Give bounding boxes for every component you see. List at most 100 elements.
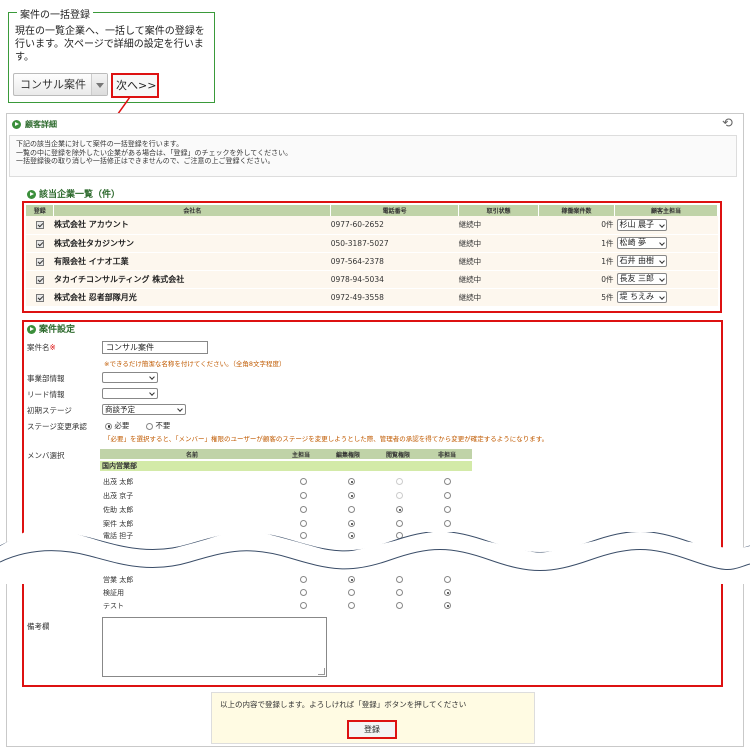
register-checkbox[interactable] [35, 257, 44, 266]
case-name-hint: ※できるだけ簡潔な名称を付けてください。（全角8文字程度） [104, 360, 286, 368]
company-phone: 0978-94-5034 [330, 270, 459, 289]
info-box: 下記の該当企業に対して案件の一括登録を行います。 一覧の中に登録を除外したい企業… [9, 135, 737, 177]
bulk-register-box: 案件の一括登録 現在の一覧企業へ、一括して案件の登録を行います。次ページで詳細の… [8, 6, 215, 103]
member-radio-none[interactable] [444, 478, 451, 485]
member-radio-view[interactable] [396, 602, 403, 609]
member-select-label: メンバ選択 [27, 451, 65, 460]
col-header-main-owner: 主担当 [292, 452, 311, 459]
register-checkbox[interactable] [35, 221, 44, 230]
lead-label: リード情報 [27, 390, 65, 399]
customer-detail-title: 顧客詳細 [12, 119, 57, 130]
member-name: 案件 太郎 [103, 520, 134, 528]
member-radio-edit[interactable] [348, 478, 355, 485]
refresh-icon[interactable]: ⟲ [722, 117, 736, 131]
member-radio-none[interactable] [444, 506, 451, 513]
col-header-name: 名前 [186, 452, 199, 459]
member-name: 出茂 太郎 [103, 478, 134, 486]
case-name-label: 案件名※ [27, 343, 56, 352]
table-row: 株式会社 アカウント 0977-60-2652 継続中 0件 杉山 晨子 [26, 216, 718, 235]
active-case-count: 5件 [538, 288, 615, 307]
col-header-company: 会社名 [53, 205, 332, 216]
arrow-right-icon [27, 325, 36, 334]
member-radio-main[interactable] [300, 520, 307, 527]
initial-stage-select[interactable]: 商談予定 [102, 404, 186, 415]
member-radio-edit[interactable] [348, 520, 355, 527]
member-radio-view[interactable] [396, 492, 403, 499]
owner-select[interactable]: 堤 ちえみ [616, 291, 667, 303]
register-checkbox[interactable] [35, 275, 44, 284]
col-header-edit: 編集権限 [336, 452, 361, 459]
approval-required-radio[interactable] [105, 422, 112, 430]
info-line: 一括登録後の取り消しや一括修正はできませんので、ご注意の上ご登録ください。 [16, 157, 275, 165]
col-header-register: 登録 [26, 205, 55, 216]
member-radio-none[interactable] [444, 492, 451, 499]
member-radio-main[interactable] [300, 576, 307, 583]
table-row: タカイチコンサルティング 株式会社 0978-94-5034 継続中 0件 長友… [26, 270, 718, 289]
company-status: 継続中 [458, 288, 539, 307]
member-name: テスト [103, 602, 124, 610]
notes-textarea[interactable] [102, 617, 327, 677]
company-status: 継続中 [458, 234, 539, 253]
lead-select[interactable] [102, 388, 158, 399]
required-mark: ※ [49, 343, 56, 352]
register-checkbox[interactable] [35, 293, 44, 302]
company-status: 継続中 [458, 216, 539, 235]
member-radio-none[interactable] [444, 520, 451, 527]
member-radio-none[interactable] [444, 602, 451, 609]
member-radio-none[interactable] [444, 576, 451, 583]
member-radio-main[interactable] [300, 589, 307, 596]
company-name: タカイチコンサルティング 株式会社 [53, 274, 185, 284]
member-radio-main[interactable] [300, 602, 307, 609]
info-line: 一覧の中に登録を除外したい企業がある場合は、「登録」のチェックを外してください。 [16, 148, 293, 157]
owner-select[interactable]: 杉山 晨子 [616, 218, 667, 231]
approval-not-required-option[interactable]: 不要 [146, 420, 170, 431]
bulk-register-description: 現在の一覧企業へ、一括して案件の登録を行います。次ページで詳細の設定を行います。 [15, 26, 205, 63]
owner-select[interactable]: 松崎 夢 [616, 237, 667, 249]
case-type-value: コンサル案件 [20, 78, 86, 91]
table-row: 株式会社 忍者部隊月光 0972-49-3558 継続中 5件 堤 ちえみ [26, 288, 718, 307]
owner-select[interactable]: 長友 三郎 [616, 273, 667, 285]
member-radio-main[interactable] [300, 506, 307, 513]
info-line: 下記の該当企業に対して案件の一括登録を行います。 [16, 140, 184, 148]
member-name: 出茂 京子 [103, 492, 134, 500]
member-radio-view[interactable] [396, 589, 403, 596]
notes-label: 備考欄 [27, 622, 50, 631]
approval-required-option[interactable]: 必要 [105, 420, 129, 431]
member-radio-main[interactable] [300, 492, 307, 499]
company-phone: 0972-49-3558 [330, 288, 459, 307]
company-phone: 097-564-2378 [330, 252, 459, 271]
companies-table: 登録 会社名 電話番号 取引状態 稼働案件数 顧客主担当 株式会社 アカウント … [26, 205, 718, 307]
member-radio-view[interactable] [396, 576, 403, 583]
next-button[interactable]: 次へ>> [111, 73, 159, 98]
case-type-select[interactable]: コンサル案件 [13, 73, 108, 96]
department-select[interactable] [102, 372, 158, 383]
member-radio-none[interactable] [444, 589, 451, 596]
member-radio-main[interactable] [300, 478, 307, 485]
col-header-active-cases: 稼働案件数 [538, 205, 616, 216]
member-radio-edit[interactable] [348, 576, 355, 583]
active-case-count: 0件 [538, 270, 615, 289]
member-radio-view[interactable] [396, 478, 403, 485]
member-radio-view[interactable] [396, 520, 403, 527]
companies-table-frame: 登録 会社名 電話番号 取引状態 稼働案件数 顧客主担当 株式会社 アカウント … [22, 201, 722, 313]
case-name-input[interactable]: コンサル案件 [102, 341, 208, 354]
member-radio-edit[interactable] [348, 602, 355, 609]
register-button[interactable]: 登録 [347, 720, 397, 739]
owner-select[interactable]: 石井 由樹 [616, 255, 667, 267]
confirm-text: 以上の内容で登録します。よろしければ「登録」ボタンを押してください [220, 700, 467, 709]
active-case-count: 0件 [538, 216, 615, 235]
company-name: 株式会社タカジンサン [53, 238, 134, 248]
company-name: 株式会社 アカウント [53, 220, 129, 230]
stage-approval-label: ステージ変更承認 [27, 422, 87, 431]
department-label: 事業部情報 [27, 374, 65, 383]
company-name: 有限会社 イナオ工業 [53, 256, 129, 266]
member-radio-edit[interactable] [348, 492, 355, 499]
col-header-none: 非担当 [438, 452, 457, 459]
member-radio-view[interactable] [396, 506, 403, 513]
table-row: 株式会社タカジンサン 050-3187-5027 継続中 1件 松崎 夢 [26, 234, 718, 253]
col-header-owner: 顧客主担当 [614, 205, 718, 216]
approval-not-required-radio[interactable] [146, 422, 153, 430]
register-checkbox[interactable] [35, 239, 44, 248]
member-radio-edit[interactable] [348, 506, 355, 513]
member-radio-edit[interactable] [348, 589, 355, 596]
